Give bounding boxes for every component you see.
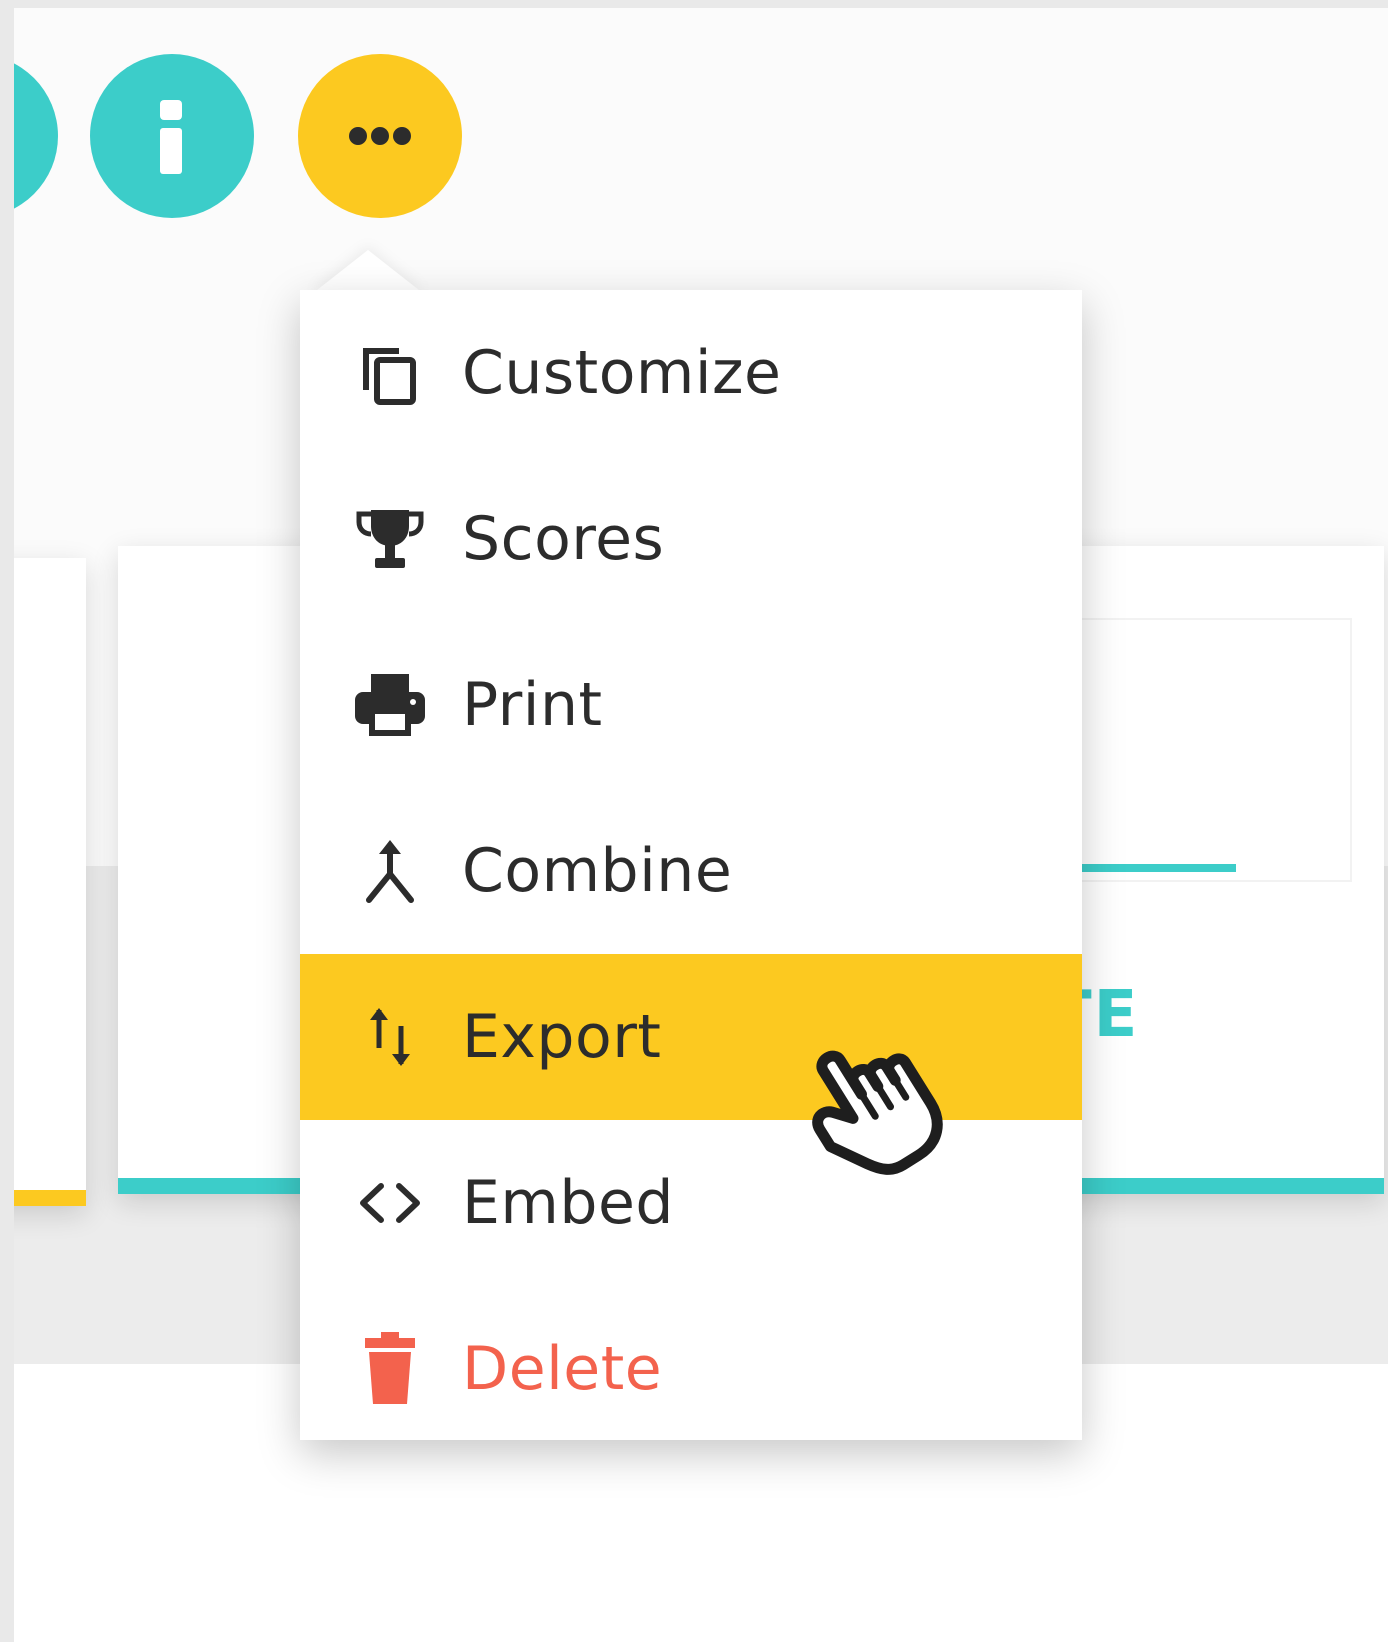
menu-item-label: Delete (462, 1334, 663, 1404)
menu-item-delete[interactable]: Delete (300, 1286, 1082, 1452)
menu-item-label: Export (462, 1002, 662, 1072)
info-button[interactable] (90, 54, 254, 218)
more-horizontal-icon (349, 127, 411, 145)
menu-item-label: Customize (462, 338, 782, 408)
merge-icon (352, 833, 428, 909)
more-options-button[interactable] (298, 54, 462, 218)
toolbar-partial-button[interactable] (14, 54, 58, 218)
trash-icon (352, 1331, 428, 1407)
card-underline (1058, 864, 1236, 872)
menu-item-label: Combine (462, 836, 733, 906)
menu-item-label: Scores (462, 504, 665, 574)
menu-item-customize[interactable]: Customize (300, 290, 1082, 456)
menu-item-print[interactable]: Print (300, 622, 1082, 788)
background-card-left[interactable] (14, 558, 86, 1206)
printer-icon (352, 667, 428, 743)
code-icon (352, 1165, 428, 1241)
menu-item-combine[interactable]: Combine (300, 788, 1082, 954)
app-frame: ? TE Customize (14, 8, 1388, 1642)
menu-item-scores[interactable]: Scores (300, 456, 1082, 622)
export-arrows-icon (352, 999, 428, 1075)
menu-item-label: Print (462, 670, 603, 740)
info-icon (160, 100, 182, 174)
menu-item-label: Embed (462, 1168, 674, 1238)
menu-caret (312, 250, 424, 294)
trophy-icon (352, 501, 428, 577)
copy-icon (352, 335, 428, 411)
hand-pointer-icon (812, 1050, 943, 1175)
card-preview-box (1058, 618, 1352, 882)
more-options-menu: Customize Scores Print Combine Export Em… (300, 290, 1082, 1440)
